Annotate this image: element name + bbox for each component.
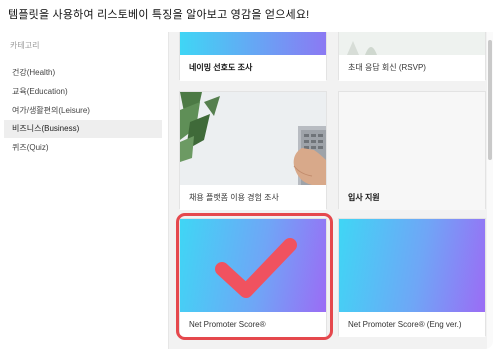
category-sidebar: 카테고리 건강(Health) 교육(Education) 여가/생활편의(Le… bbox=[0, 32, 168, 349]
template-thumbnail bbox=[339, 219, 485, 312]
template-grid: 네이밍 선호도 조사 초대 응답 회신 (RSVP) 채용 플랫폼 이용 경험 … bbox=[169, 32, 487, 349]
template-card-label: 초대 응답 회신 (RSVP) bbox=[339, 55, 485, 81]
check-icon bbox=[215, 238, 297, 298]
template-thumbnail bbox=[339, 92, 485, 185]
laptop-photo bbox=[180, 92, 326, 185]
template-card-label: Net Promoter Score® bbox=[180, 312, 326, 337]
template-card-label: 네이밍 선호도 조사 bbox=[180, 55, 326, 81]
template-thumbnail bbox=[180, 219, 326, 312]
template-card-naming-survey[interactable]: 네이밍 선호도 조사 bbox=[179, 32, 327, 81]
template-card-nps[interactable]: Net Promoter Score® bbox=[179, 218, 327, 337]
template-thumbnail bbox=[180, 32, 326, 55]
sidebar-item-quiz[interactable]: 퀴즈(Quiz) bbox=[4, 139, 162, 157]
sidebar-item-leisure[interactable]: 여가/생활편의(Leisure) bbox=[4, 102, 162, 120]
grid-scrollbar-thumb[interactable] bbox=[488, 40, 492, 160]
template-card-hiring-platform[interactable]: 채용 플랫폼 이용 경험 조사 bbox=[179, 91, 327, 210]
template-gallery-window: 템플릿을 사용하여 리스토베이 특징을 알아보고 영감을 얻으세요! 카테고리 … bbox=[0, 0, 493, 349]
template-card-label: Net Promoter Score® (Eng ver.) bbox=[339, 312, 485, 337]
leaf-illustration bbox=[347, 41, 377, 55]
sidebar-item-education[interactable]: 교육(Education) bbox=[4, 83, 162, 101]
template-thumbnail bbox=[339, 32, 485, 55]
template-thumbnail bbox=[180, 92, 326, 185]
template-card-label: 입사 지원 bbox=[339, 185, 485, 210]
sidebar-title: 카테고리 bbox=[10, 41, 40, 50]
template-card-rsvp[interactable]: 초대 응답 회신 (RSVP) bbox=[338, 32, 486, 81]
template-card-label: 채용 플랫폼 이용 경험 조사 bbox=[180, 185, 326, 210]
sidebar-item-business[interactable]: 비즈니스(Business) bbox=[4, 120, 162, 138]
sidebar-item-health[interactable]: 건강(Health) bbox=[4, 64, 162, 82]
page-title: 템플릿을 사용하여 리스토베이 특징을 알아보고 영감을 얻으세요! bbox=[8, 9, 310, 21]
template-card-nps-eng[interactable]: Net Promoter Score® (Eng ver.) bbox=[338, 218, 486, 337]
template-card-job-application[interactable]: 입사 지원 bbox=[338, 91, 486, 210]
